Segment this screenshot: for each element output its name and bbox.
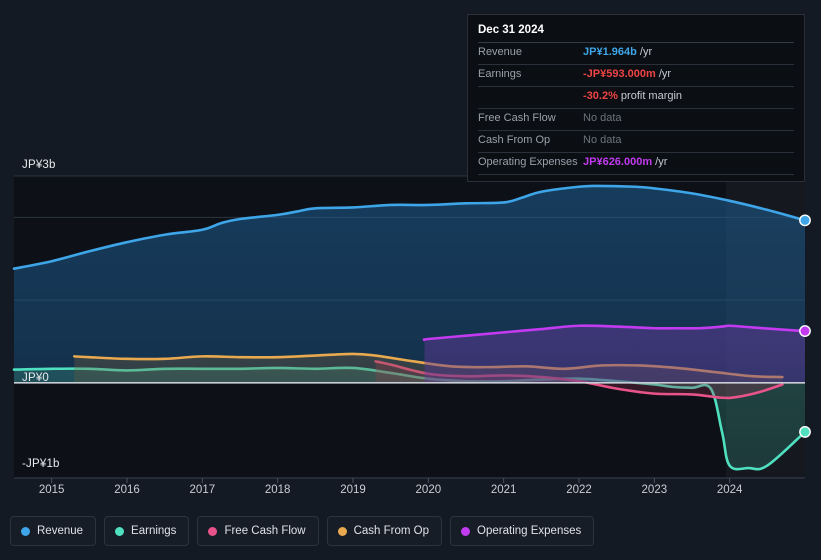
tooltip-value-number: JP¥626.000m: [583, 156, 653, 168]
legend-item-free-cash-flow[interactable]: Free Cash Flow: [197, 516, 319, 546]
tooltip-value-number: JP¥1.964b: [583, 46, 637, 58]
tooltip-value-unit: /yr: [636, 46, 653, 58]
legend-item-operating-expenses[interactable]: Operating Expenses: [450, 516, 595, 546]
tooltip-row: Free Cash Flow No data: [478, 109, 794, 131]
legend-color-dot-icon: [21, 526, 30, 536]
tooltip-value-unit: /yr: [655, 68, 672, 80]
tooltip-row-value: -30.2% profit margin: [583, 90, 682, 102]
tooltip-row-value: No data: [583, 112, 622, 124]
tooltip-row: Earnings -JP¥593.000m /yr: [478, 65, 794, 87]
legend-color-dot-icon: [461, 526, 471, 536]
legend-color-dot-icon: [208, 526, 218, 536]
tooltip-value-number: -JP¥593.000m: [583, 68, 656, 80]
tooltip-row-label: Operating Expenses: [478, 156, 578, 168]
tooltip-rows: Revenue JP¥1.964b /yr Earnings -JP¥593.000m…: [478, 43, 794, 175]
legend-item-label: Operating Expenses: [477, 525, 582, 537]
end-point-marker[interactable]: [799, 426, 811, 438]
tooltip-row: Revenue JP¥1.964b /yr: [478, 43, 794, 65]
legend-item-label: Free Cash Flow: [224, 525, 306, 537]
tooltip-row-label: Revenue: [478, 46, 523, 58]
legend-item-label: Earnings: [131, 525, 177, 537]
chart-legend[interactable]: Revenue Earnings Free Cash Flow Cash From O…: [10, 516, 595, 546]
tooltip-row-value: -JP¥593.000m /yr: [583, 68, 671, 80]
legend-item-revenue[interactable]: Revenue: [10, 516, 97, 546]
data-tooltip-panel: Dec 31 2024 Revenue JP¥1.964b /yr Earnings…: [467, 14, 805, 182]
legend-item-label: Cash From Op: [353, 525, 430, 537]
legend-color-dot-icon: [115, 526, 125, 536]
tooltip-date: Dec 31 2024: [478, 23, 794, 43]
tooltip-row: Operating Expenses JP¥626.000m /yr: [478, 153, 794, 175]
series-operating-expenses: [422, 324, 807, 383]
financial-area-chart: JP¥3b JP¥0 -JP¥1b 2015 2016 2017 2018 2019 20…: [0, 0, 821, 560]
end-point-marker[interactable]: [799, 214, 811, 227]
tooltip-no-data: No data: [583, 134, 622, 146]
legend-color-dot-icon: [337, 526, 347, 536]
tooltip-row-label: Free Cash Flow: [478, 112, 556, 124]
legend-item-label: Revenue: [37, 525, 84, 537]
end-point-marker[interactable]: [799, 325, 811, 337]
tooltip-row-value: No data: [583, 134, 622, 146]
tooltip-row: -30.2% profit margin: [478, 87, 794, 109]
tooltip-value-unit: /yr: [652, 156, 668, 168]
tooltip-no-data: No data: [583, 112, 622, 124]
tooltip-row-value: JP¥626.000m /yr: [583, 156, 667, 168]
tooltip-value-number: -30.2%: [583, 90, 618, 102]
legend-item-earnings[interactable]: Earnings: [104, 516, 190, 546]
tooltip-row-value: JP¥1.964b /yr: [583, 46, 652, 58]
tooltip-value-unit: profit margin: [617, 90, 683, 102]
tooltip-row-label: Earnings: [478, 68, 522, 80]
legend-item-cash-from-op[interactable]: Cash From Op: [326, 516, 443, 546]
tooltip-row: Cash From Op No data: [478, 131, 794, 153]
tooltip-row-label: Cash From Op: [478, 134, 551, 146]
